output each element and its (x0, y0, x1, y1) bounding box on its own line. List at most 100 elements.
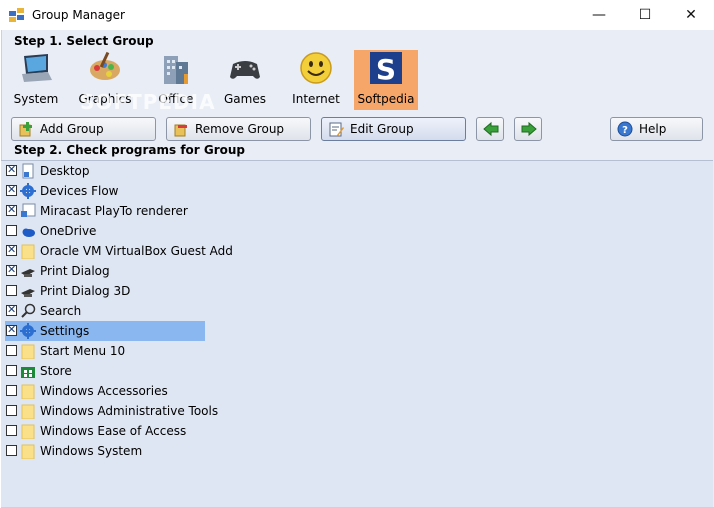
gear-icon (20, 183, 36, 199)
checkbox[interactable] (6, 385, 17, 396)
list-item[interactable]: Miracast PlayTo renderer (5, 201, 205, 221)
checkbox[interactable] (6, 365, 17, 376)
smiley-icon (300, 52, 332, 84)
list-item-label: Windows Ease of Access (40, 424, 187, 438)
program-list[interactable]: Desktop Devices Flow Miracast PlayTo ren… (1, 160, 713, 507)
list-item[interactable]: Devices Flow (5, 181, 205, 201)
search-icon (21, 303, 36, 318)
remove-icon (174, 124, 187, 137)
help-label: Help (639, 122, 667, 136)
group-label: Games (224, 92, 266, 106)
checkbox[interactable] (6, 445, 17, 456)
step2-label: Step 2. Check programs for Group (14, 143, 246, 157)
close-button[interactable]: ✕ (668, 0, 714, 30)
printer-icon (21, 289, 35, 297)
list-item-label: Devices Flow (40, 184, 119, 198)
list-item[interactable]: Windows Accessories (5, 381, 205, 401)
group-internet[interactable]: Internet (288, 50, 344, 110)
move-right-button[interactable] (514, 117, 542, 141)
remove-group-button[interactable]: Remove Group (166, 117, 311, 141)
office-building-icon (164, 56, 188, 84)
folder-icon (21, 424, 35, 439)
group-softpedia[interactable]: S Softpedia (354, 50, 418, 110)
list-item[interactable]: Settings (5, 321, 205, 341)
list-item[interactable]: Start Menu 10 (5, 341, 205, 361)
checkbox[interactable] (6, 243, 17, 256)
add-group-button[interactable]: Add Group (11, 117, 156, 141)
arrow-right-icon (521, 121, 537, 137)
edit-group-label: Edit Group (350, 122, 414, 136)
list-item-label: Desktop (40, 164, 90, 178)
list-item-label: Store (40, 364, 72, 378)
list-item[interactable]: OneDrive (5, 221, 205, 241)
group-games[interactable]: Games (220, 50, 270, 110)
list-item[interactable]: Search (5, 301, 205, 321)
checkbox[interactable] (6, 183, 17, 196)
list-item[interactable]: Windows System (5, 441, 205, 461)
list-item[interactable]: Windows Administrative Tools (5, 401, 218, 421)
gamepad-icon (230, 61, 260, 79)
list-item[interactable]: Oracle VM VirtualBox Guest Add (5, 241, 233, 261)
list-item[interactable]: Print Dialog 3D (5, 281, 205, 301)
list-item-label: Oracle VM VirtualBox Guest Add (40, 244, 233, 258)
folder-icon (21, 344, 35, 359)
checkbox[interactable] (6, 225, 17, 236)
list-item-label: Windows System (40, 444, 143, 458)
step1-label: Step 1. Select Group (14, 34, 154, 48)
folder-icon (21, 244, 35, 259)
list-item[interactable]: Windows Ease of Access (5, 421, 205, 441)
add-icon (19, 122, 32, 137)
checkbox[interactable] (6, 425, 17, 436)
group-label: Internet (292, 92, 340, 106)
checkbox[interactable] (6, 285, 17, 296)
checkbox[interactable] (6, 323, 17, 336)
checkbox[interactable] (6, 405, 17, 416)
printer-icon (21, 269, 35, 277)
watermark: SOFTPEDIA (80, 90, 216, 114)
title-bar: Group Manager — ☐ ✕ (0, 0, 714, 30)
list-item-label: OneDrive (40, 224, 97, 238)
softpedia-logo-icon: S (370, 52, 402, 86)
checkbox[interactable] (6, 163, 17, 176)
checkbox[interactable] (6, 345, 17, 356)
list-item-label: Print Dialog (40, 264, 110, 278)
arrow-left-icon (483, 121, 499, 137)
window-title: Group Manager (32, 8, 125, 22)
list-item-label: Start Menu 10 (40, 344, 126, 358)
laptop-icon (22, 54, 52, 82)
list-item-label: Windows Accessories (40, 384, 168, 398)
svg-text:?: ? (622, 125, 628, 136)
desktop-shortcut-icon (22, 163, 34, 179)
gear-icon (20, 323, 36, 339)
folder-icon (21, 404, 35, 419)
palette-icon (90, 51, 120, 80)
store-icon (21, 367, 35, 378)
checkbox[interactable] (6, 263, 17, 276)
edit-icon (329, 122, 344, 137)
folder-icon (21, 444, 35, 459)
minimize-button[interactable]: — (576, 0, 622, 30)
shortcut-icon (21, 203, 36, 217)
list-item[interactable]: Print Dialog (5, 261, 205, 281)
checkbox[interactable] (6, 303, 17, 316)
maximize-button[interactable]: ☐ (622, 0, 668, 30)
help-button[interactable]: ? Help (610, 117, 703, 141)
list-item-label: Windows Administrative Tools (40, 404, 219, 418)
list-item-label: Miracast PlayTo renderer (40, 204, 188, 218)
group-system[interactable]: System (8, 50, 64, 110)
move-left-button[interactable] (476, 117, 504, 141)
folder-icon (21, 384, 35, 399)
remove-group-label: Remove Group (195, 122, 285, 136)
add-group-label: Add Group (40, 122, 104, 136)
list-item[interactable]: Store (5, 361, 205, 381)
list-item-label: Search (40, 304, 82, 318)
checkbox[interactable] (6, 203, 17, 216)
svg-text:S: S (376, 53, 396, 86)
edit-group-button[interactable]: Edit Group (321, 117, 466, 141)
app-icon (9, 8, 24, 22)
list-item-label: Print Dialog 3D (40, 284, 131, 298)
list-item[interactable]: Desktop (5, 161, 205, 181)
help-icon: ? (617, 121, 633, 137)
cloud-icon (22, 228, 35, 237)
group-label: Softpedia (357, 92, 415, 106)
